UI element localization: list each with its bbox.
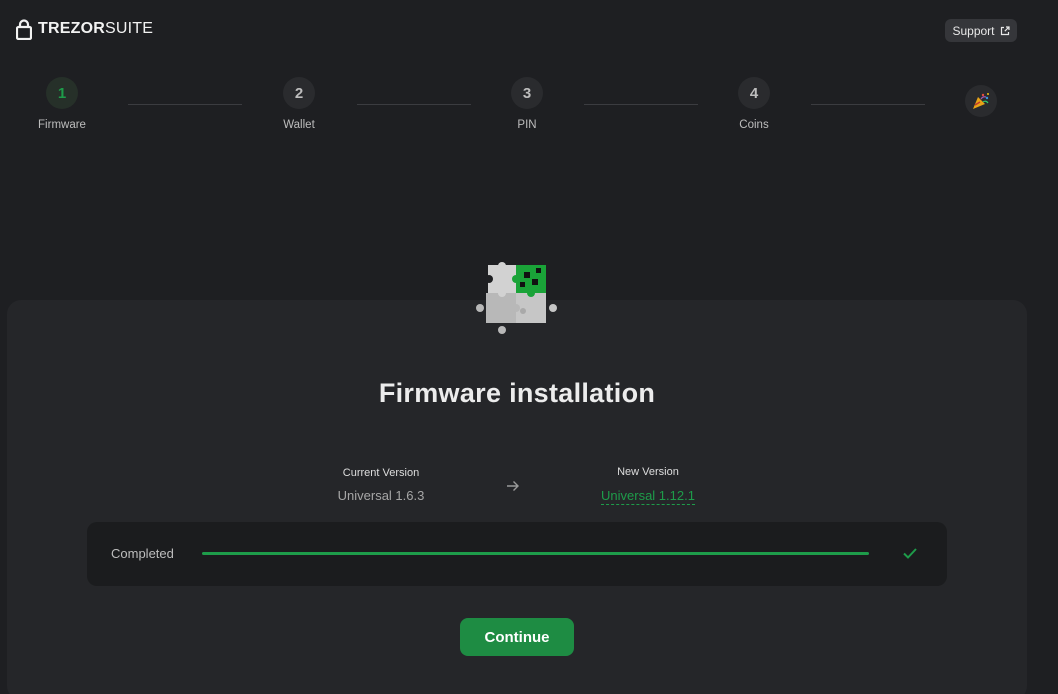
- current-version-label: Current Version: [342, 467, 420, 479]
- step-number: 4: [738, 77, 770, 109]
- progress-bar-fill: [202, 552, 869, 555]
- step-firmware: 1 Firmware: [22, 77, 102, 131]
- support-label: Support: [952, 23, 995, 38]
- step-final: [965, 85, 997, 117]
- support-button[interactable]: Support: [945, 19, 1017, 42]
- checkmark-icon: [903, 548, 917, 559]
- padlock-icon: [16, 18, 32, 40]
- step-number: 2: [283, 77, 315, 109]
- step-label: Firmware: [38, 119, 86, 131]
- progress-panel: Completed: [87, 522, 947, 586]
- step-label: Wallet: [283, 119, 315, 131]
- step-wallet: 2 Wallet: [259, 77, 339, 131]
- step-connector: [811, 104, 925, 105]
- new-version-block: New Version Universal 1.12.1: [558, 466, 738, 505]
- page-title: Firmware installation: [378, 378, 656, 408]
- step-number: 3: [511, 77, 543, 109]
- logo-text-bold: TREZOR: [38, 20, 105, 37]
- step-number: 1: [46, 77, 78, 109]
- progress-bar: [202, 552, 869, 555]
- external-link-icon: [1000, 25, 1010, 35]
- logo-text: TREZORSUITE: [38, 20, 153, 38]
- puzzle-icon: [476, 262, 557, 334]
- current-version-value: Universal 1.6.3: [337, 488, 425, 503]
- step-connector: [128, 104, 242, 105]
- step-connector: [584, 104, 698, 105]
- new-version-label: New Version: [617, 466, 679, 478]
- step-coins: 4 Coins: [714, 77, 794, 131]
- logo-text-light: SUITE: [104, 20, 154, 37]
- party-popper-icon: [973, 93, 989, 109]
- step-label: Coins: [739, 119, 769, 131]
- step-pin: 3 PIN: [487, 77, 567, 131]
- step-label: PIN: [517, 119, 537, 131]
- progress-label: Completed: [111, 546, 174, 561]
- arrow-right-icon: [507, 481, 519, 491]
- continue-button[interactable]: Continue: [460, 618, 574, 656]
- trezor-suite-logo: TREZORSUITE: [16, 18, 153, 40]
- step-connector: [357, 104, 471, 105]
- current-version-block: Current Version Universal 1.6.3: [291, 467, 471, 503]
- new-version-value[interactable]: Universal 1.12.1: [601, 488, 695, 505]
